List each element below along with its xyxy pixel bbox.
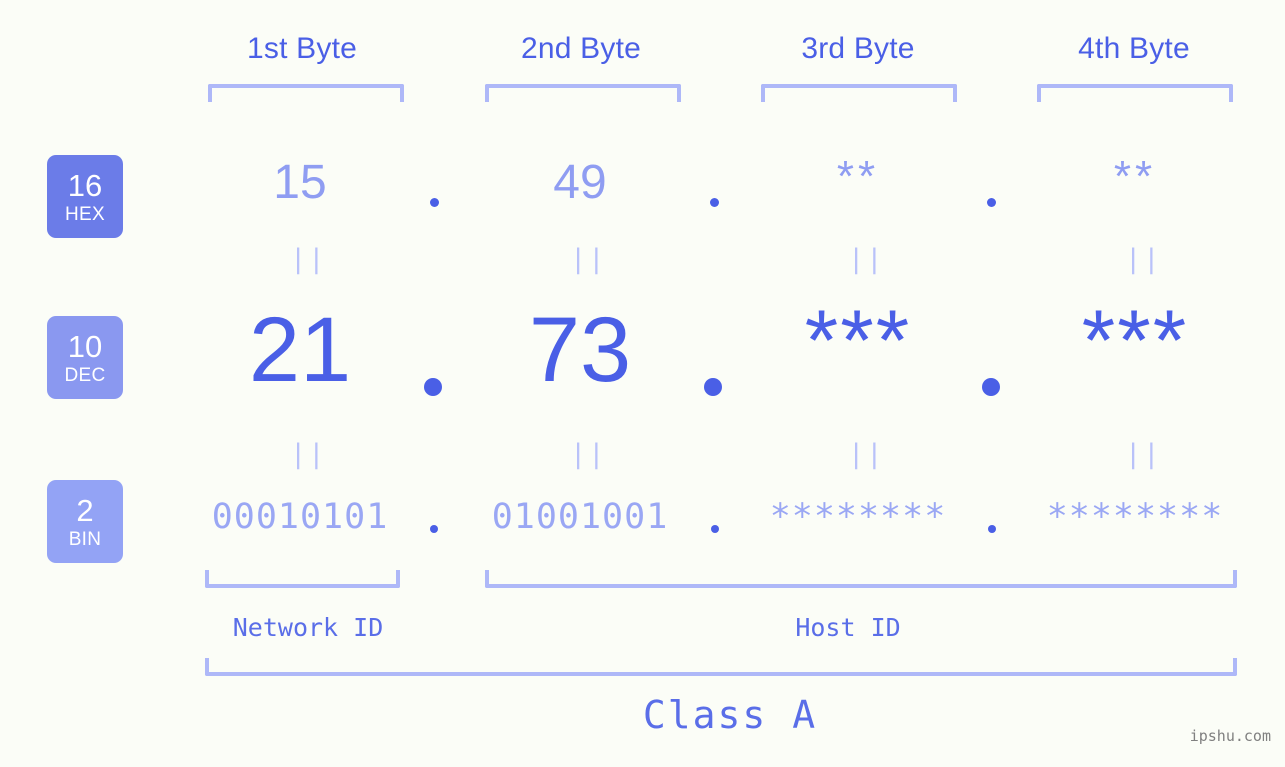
base-badge-bin-name: BIN <box>68 528 102 550</box>
dec-octet-1: 21 <box>248 299 352 401</box>
hex-separator-dot-3 <box>987 198 996 207</box>
network-id-label: Network ID <box>232 613 384 642</box>
equals-mark-dec-bin-1: || <box>290 439 327 470</box>
base-badge-dec-name: DEC <box>64 364 106 386</box>
dec-octet-4: *** <box>1081 293 1189 389</box>
byte-header-1: 1st Byte <box>247 32 357 65</box>
byte-bracket-1 <box>208 84 404 102</box>
dec-octet-3: *** <box>804 293 912 389</box>
equals-mark-dec-bin-4: || <box>1125 439 1162 470</box>
class-bracket <box>205 658 1237 676</box>
equals-mark-hex-dec-4: || <box>1125 244 1162 275</box>
equals-mark-hex-dec-2: || <box>570 244 607 275</box>
host-id-label: Host ID <box>795 613 901 642</box>
base-badge-bin-number: 2 <box>76 492 94 528</box>
dec-separator-dot-1 <box>424 378 442 396</box>
byte-header-4: 4th Byte <box>1078 32 1190 65</box>
byte-bracket-2 <box>485 84 681 102</box>
hex-octet-4: ** <box>1113 152 1157 201</box>
byte-header-3: 3rd Byte <box>801 32 915 65</box>
base-badge-hex[interactable]: 16 HEX <box>47 155 123 238</box>
base-badge-hex-name: HEX <box>65 203 105 225</box>
hex-separator-dot-2 <box>710 198 719 207</box>
ip-address-breakdown-diagram: 1st Byte 2nd Byte 3rd Byte 4th Byte 16 H… <box>0 0 1285 767</box>
equals-mark-hex-dec-1: || <box>290 244 327 275</box>
hex-octet-3: ** <box>836 152 880 201</box>
bin-separator-dot-2 <box>711 525 719 533</box>
dec-separator-dot-3 <box>982 378 1000 396</box>
equals-mark-dec-bin-2: || <box>570 439 607 470</box>
hex-separator-dot-1 <box>430 198 439 207</box>
base-badge-hex-number: 16 <box>67 167 103 203</box>
class-label: Class A <box>642 693 818 737</box>
base-badge-dec-number: 10 <box>67 328 103 364</box>
bin-separator-dot-3 <box>988 525 996 533</box>
base-badge-bin[interactable]: 2 BIN <box>47 480 123 563</box>
host-id-bracket <box>485 570 1237 588</box>
equals-mark-hex-dec-3: || <box>848 244 885 275</box>
bin-octet-2: 01001001 <box>491 497 669 537</box>
equals-mark-dec-bin-3: || <box>848 439 885 470</box>
hex-octet-1: 15 <box>273 156 327 209</box>
dec-octet-2: 73 <box>528 299 632 401</box>
dec-separator-dot-2 <box>704 378 722 396</box>
bin-octet-4: ******** <box>1046 497 1224 537</box>
hex-octet-2: 49 <box>553 156 607 209</box>
base-badge-dec[interactable]: 10 DEC <box>47 316 123 399</box>
network-id-bracket <box>205 570 400 588</box>
byte-bracket-3 <box>761 84 957 102</box>
bin-separator-dot-1 <box>430 525 438 533</box>
site-watermark: ipshu.com <box>1189 727 1271 745</box>
bin-octet-3: ******** <box>769 497 947 537</box>
byte-header-2: 2nd Byte <box>520 32 642 65</box>
bin-octet-1: 00010101 <box>211 497 389 537</box>
byte-bracket-4 <box>1037 84 1233 102</box>
